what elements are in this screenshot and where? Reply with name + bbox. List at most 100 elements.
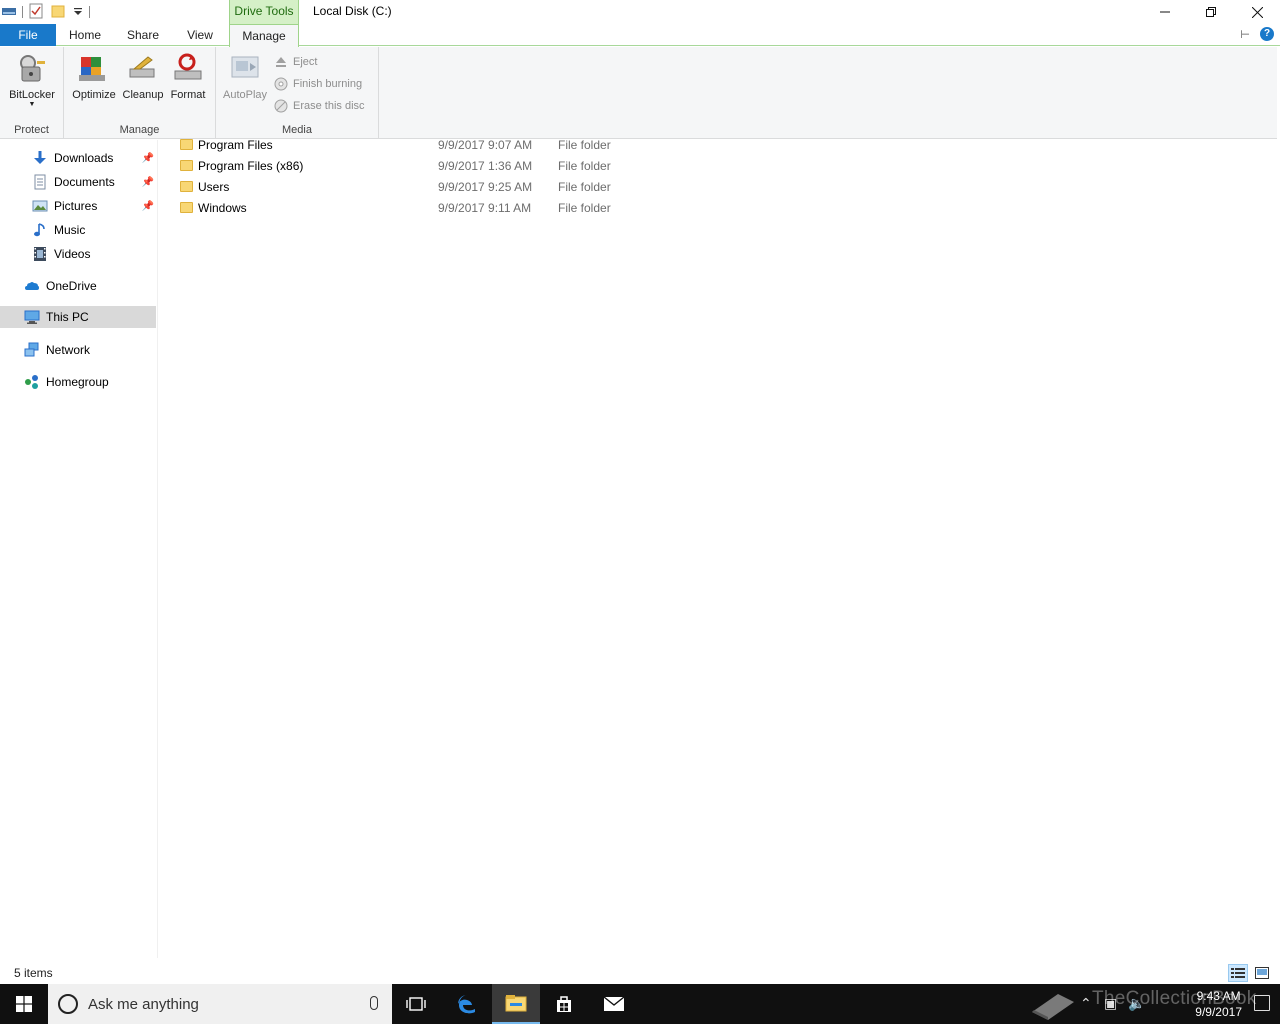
eject-label: Eject [293, 56, 318, 68]
cleanup-button[interactable]: Cleanup [118, 51, 168, 101]
close-button[interactable] [1234, 0, 1280, 24]
download-icon [32, 150, 48, 166]
file-type: File folder [558, 200, 611, 215]
pictures-icon [32, 198, 48, 214]
optimize-button[interactable]: Optimize [69, 51, 119, 101]
help-icon[interactable]: ? [1260, 27, 1274, 41]
cortana-search-box[interactable]: Ask me anything [48, 984, 392, 1024]
store-icon [557, 996, 571, 1012]
file-date: 9/9/2017 9:11 AM [438, 200, 532, 215]
pin-icon[interactable]: 📌 [142, 201, 154, 212]
autoplay-button[interactable]: AutoPlay [220, 51, 270, 101]
tab-manage[interactable]: Manage [229, 24, 299, 47]
folder-icon [180, 202, 193, 213]
nav-item-network[interactable]: Network [24, 339, 156, 361]
tab-file[interactable]: File [0, 24, 56, 46]
large-icons-view-icon [1255, 967, 1269, 979]
format-label: Format [170, 89, 206, 101]
format-button[interactable]: Format [163, 51, 213, 101]
microphone-icon[interactable] [370, 996, 378, 1010]
optimize-icon [77, 51, 111, 85]
ribbon-right-controls: ⊢ ? [1240, 27, 1274, 41]
table-row[interactable]: Program Files 9/9/2017 9:07 AM File fold… [160, 134, 630, 155]
task-view-button[interactable] [392, 984, 440, 1024]
optimize-label: Optimize [72, 89, 116, 101]
nav-item-label: Music [54, 223, 86, 237]
eject-icon [276, 57, 286, 67]
taskbar: Ask me anything ⌃ ▣ 🔈 9:43 AM 9/9/2017 T… [0, 984, 1280, 1024]
folder-icon [180, 160, 193, 171]
restore-button[interactable] [1188, 0, 1234, 24]
start-button[interactable] [0, 984, 48, 1024]
file-date: 9/9/2017 1:36 AM [438, 158, 533, 173]
watermark-logo-icon [1028, 986, 1078, 1024]
nav-item-music[interactable]: Music [32, 219, 156, 241]
folder-icon [180, 181, 193, 192]
bitlocker-button[interactable]: BitLocker ▼ [7, 51, 57, 109]
folder-icon [180, 139, 193, 150]
close-icon [1251, 6, 1263, 18]
ribbon-tab-row: File Home Share View Manage ⊢ ? [0, 24, 1280, 47]
erase-disc-icon [274, 99, 288, 113]
taskbar-mail-app[interactable] [590, 984, 638, 1024]
nav-item-label: Pictures [54, 199, 98, 213]
tab-home[interactable]: Home [62, 24, 108, 46]
details-view-icon [1231, 968, 1245, 978]
minimize-icon [1160, 11, 1170, 13]
taskbar-file-explorer-app[interactable] [492, 984, 540, 1024]
finish-burning-button[interactable]: Finish burning [274, 74, 362, 94]
watermark-text: TheCollectionBook [1092, 988, 1257, 1009]
table-row[interactable]: Windows 9/9/2017 9:11 AM File folder [160, 197, 630, 218]
autoplay-icon [228, 51, 262, 85]
homegroup-icon [24, 374, 40, 390]
nav-item-pictures[interactable]: Pictures 📌 [32, 195, 156, 217]
music-icon [32, 222, 48, 238]
large-icons-view-button[interactable] [1252, 964, 1272, 982]
nav-item-onedrive[interactable]: OneDrive [24, 275, 156, 297]
search-placeholder: Ask me anything [88, 996, 199, 1013]
edge-browser-icon [458, 995, 475, 1014]
details-view-button[interactable] [1228, 964, 1248, 982]
eject-button[interactable]: Eject [274, 52, 317, 72]
nav-item-label: This PC [46, 310, 89, 324]
qat-separator-2 [89, 6, 90, 18]
nav-item-label: Network [46, 343, 91, 357]
bitlocker-dropdown-icon: ▼ [28, 101, 36, 108]
window-controls [1142, 0, 1280, 24]
nav-item-downloads[interactable]: Downloads 📌 [32, 147, 156, 169]
item-count: 5 items [14, 966, 53, 980]
documents-icon [32, 174, 48, 190]
table-row[interactable]: Program Files (x86) 9/9/2017 1:36 AM Fil… [160, 155, 630, 176]
nav-item-documents[interactable]: Documents 📌 [32, 171, 156, 193]
tab-share[interactable]: Share [120, 24, 166, 46]
autoplay-label: AutoPlay [222, 89, 268, 101]
disc-burn-icon [274, 77, 288, 91]
nav-item-label: Downloads [54, 151, 114, 165]
nav-item-homegroup[interactable]: Homegroup [24, 371, 156, 393]
format-icon [171, 51, 205, 85]
view-switcher [1228, 964, 1272, 982]
nav-item-videos[interactable]: Videos [32, 243, 156, 265]
taskbar-store-app[interactable] [540, 984, 588, 1024]
erase-disc-button[interactable]: Erase this disc [274, 96, 365, 116]
nav-item-this-pc[interactable]: This PC [0, 306, 156, 328]
properties-icon[interactable] [29, 3, 43, 22]
tab-view[interactable]: View [178, 24, 222, 46]
bitlocker-icon [15, 51, 49, 85]
taskbar-edge-app[interactable] [443, 984, 491, 1024]
pin-icon[interactable]: 📌 [142, 177, 154, 188]
this-pc-icon [24, 309, 40, 325]
nav-item-label: Documents [54, 175, 115, 189]
new-folder-icon[interactable] [51, 4, 65, 21]
pin-icon[interactable]: 📌 [142, 153, 154, 164]
file-date: 9/9/2017 9:07 AM [438, 137, 533, 152]
customize-qat-icon[interactable] [73, 5, 83, 19]
minimize-button[interactable] [1142, 0, 1188, 24]
pin-ribbon-icon[interactable]: ⊢ [1240, 28, 1250, 41]
show-hidden-icons-icon[interactable]: ⌃ [1080, 995, 1092, 1012]
table-row[interactable]: Users 9/9/2017 9:25 AM File folder [160, 176, 630, 197]
system-menu-icon[interactable] [2, 4, 16, 21]
network-icon [24, 342, 40, 358]
finish-burning-label: Finish burning [293, 78, 363, 90]
file-type: File folder [558, 158, 611, 173]
